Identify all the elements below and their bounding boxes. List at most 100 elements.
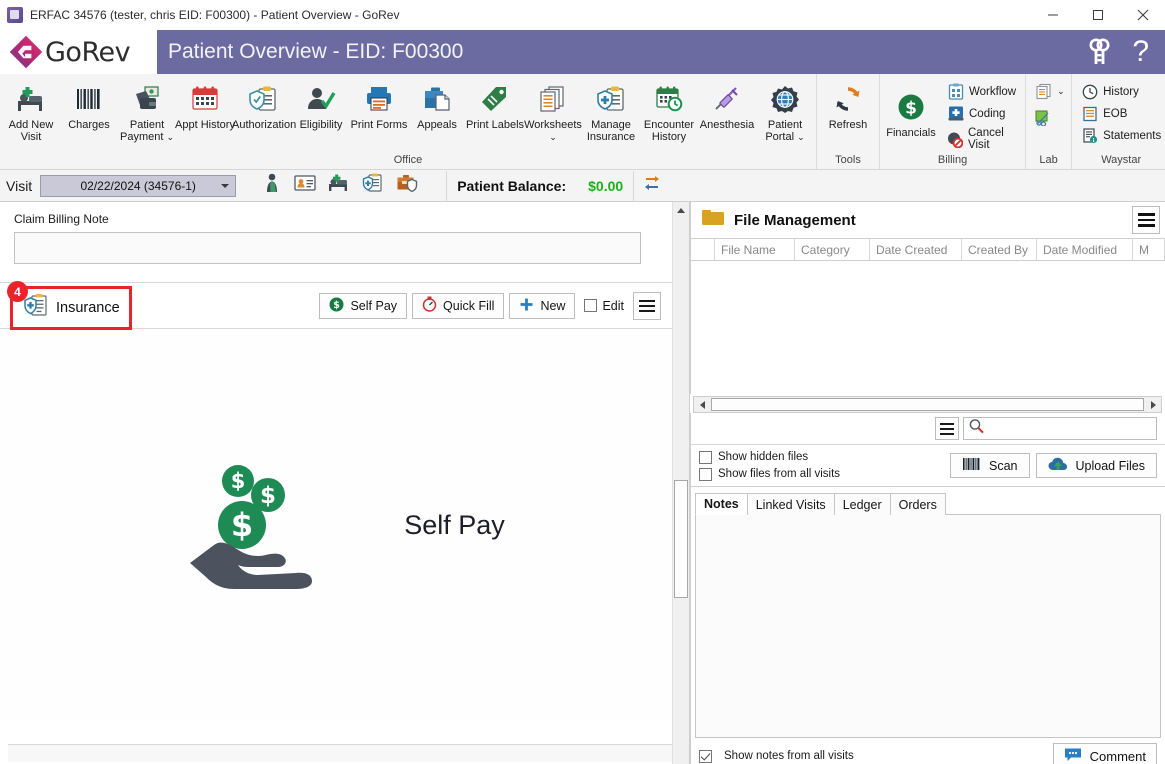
ribbon-worksheets[interactable]: Worksheets ⌄ [524,78,582,143]
ribbon-manage-insurance[interactable]: Manage Insurance [582,78,640,143]
ribbon-patient-payment[interactable]: Patient Payment ⌄ [118,78,176,143]
notes-panel: Notes Linked Visits Ledger Orders [690,487,1165,738]
ribbon-encounter-history[interactable]: Encounter History [640,78,698,143]
hscroll-track[interactable] [710,397,1145,412]
chevron-down-icon [221,183,230,188]
id-card-icon[interactable] [294,174,316,197]
ribbon-print-labels[interactable]: Print Labels [466,78,524,131]
hscroll-right-button[interactable] [1145,397,1161,412]
ribbon-lab-documents[interactable]: ⌄ [1032,82,1068,101]
chevron-down-icon[interactable]: ⌄ [166,132,174,142]
ribbon-cancel-visit[interactable]: Cancel Visit [944,126,1019,152]
keys-icon[interactable] [1086,38,1112,66]
column-file-name[interactable]: File Name [715,239,795,260]
minimize-button[interactable] [1030,0,1075,30]
left-pane-vertical-scrollbar[interactable] [672,202,689,764]
hscroll-left-button[interactable] [694,397,710,412]
ribbon-authorization[interactable]: Authorization [232,78,296,131]
checkbox-box[interactable] [699,749,712,763]
ribbon-coding[interactable]: Coding [944,104,1019,123]
ribbon-anesthesia[interactable]: Anesthesia [698,78,756,131]
ribbon-history[interactable]: History [1078,82,1164,101]
close-button[interactable] [1120,0,1165,30]
ribbon-label: Refresh [828,119,868,131]
ribbon-eligibility[interactable]: Eligibility [292,78,350,131]
ribbon-financials[interactable]: $ Financials [882,78,940,139]
ribbon-appeals[interactable]: Appeals [408,78,466,131]
show-hidden-files-checkbox[interactable]: Show hidden files [699,450,840,464]
briefcase-document-icon [422,82,452,116]
tab-orders[interactable]: Orders [889,493,946,515]
file-management-header: File Management [690,202,1165,239]
tab-linked-visits[interactable]: Linked Visits [746,493,835,515]
notes-tab-content[interactable] [695,514,1161,738]
checkbox-box[interactable] [584,299,598,312]
maximize-button[interactable] [1075,0,1120,30]
visit-select[interactable]: 02/22/2024 (34576-1) [40,174,237,197]
cancel-clock-icon [947,131,963,148]
checkbox-box[interactable] [699,450,712,464]
scroll-up-button[interactable] [673,202,689,219]
ribbon-appt-history[interactable]: Appt History [175,78,235,131]
column-category[interactable]: Category [795,239,870,260]
claim-billing-note-input[interactable] [14,232,641,264]
documents-stack-icon [538,82,568,116]
ribbon-lab-scissors[interactable] [1032,108,1068,127]
show-files-all-visits-checkbox[interactable]: Show files from all visits [699,467,840,481]
file-grid-body[interactable] [691,261,1165,394]
help-icon[interactable]: ? [1132,37,1157,67]
insurance-menu-button[interactable] [633,291,661,320]
ribbon-label: Encounter History [643,119,695,143]
new-button[interactable]: New [509,292,576,319]
swap-arrows-icon[interactable] [642,173,662,198]
hscroll-thumb[interactable] [711,398,1144,411]
column-created-by[interactable]: Created By [962,239,1037,260]
ribbon-label: Worksheets ⌄ [522,119,584,143]
file-grid-horizontal-scrollbar[interactable] [693,396,1162,413]
refresh-circular-arrows-icon [833,82,863,116]
self-pay-button[interactable]: $ Self Pay [319,292,408,319]
column-date-created[interactable]: Date Created [870,239,962,260]
insurance-tab-highlight[interactable]: 4 Insurance [7,281,132,330]
insurance-actions: $ Self Pay Quick Fill New Edit [319,291,661,320]
column-date-modified[interactable]: Date Modified [1037,239,1133,260]
quick-fill-button[interactable]: Quick Fill [412,292,505,319]
edit-checkbox[interactable]: Edit [580,299,628,313]
tab-notes[interactable]: Notes [695,493,748,515]
comment-button[interactable]: Comment [1052,743,1157,764]
checkbox-box[interactable] [699,467,712,481]
file-management-menu-button[interactable] [1132,206,1160,234]
hamburger-menu-icon [940,427,954,430]
bed-plus-icon[interactable] [328,174,350,197]
app-icon [7,6,23,23]
file-search-input[interactable] [963,417,1157,440]
chevron-down-icon[interactable]: ⌄ [1057,86,1065,97]
visit-quick-icons [264,173,418,198]
ribbon-print-forms[interactable]: Print Forms [350,78,408,131]
visit-label: Visit [6,177,33,194]
ribbon-eob[interactable]: EOB [1078,104,1164,123]
patient-person-icon[interactable] [264,173,282,198]
ribbon-workflow[interactable]: Workflow [944,82,1019,101]
ribbon-patient-portal[interactable]: Patient Portal ⌄ [756,78,814,143]
ribbon-group-label: Waystar [1101,154,1142,166]
chevron-down-icon[interactable]: ⌄ [549,132,557,142]
tab-ledger[interactable]: Ledger [833,493,891,515]
chevron-down-icon[interactable]: ⌄ [797,132,805,142]
ribbon-charges[interactable]: Charges [60,78,118,131]
upload-files-button[interactable]: Upload Files [1035,453,1157,478]
ribbon-statements[interactable]: Statements [1078,126,1164,145]
scan-button[interactable]: Scan [950,453,1030,478]
notes-tabs: Notes Linked Visits Ledger Orders [695,493,1161,515]
briefcase-shield-icon[interactable] [396,173,418,198]
hospital-bed-plus-icon [16,82,46,116]
file-grid-menu-button[interactable] [935,417,959,440]
shield-clipboard-icon[interactable] [362,173,384,198]
barcode-icon [74,82,104,116]
show-notes-all-visits-checkbox[interactable]: Show notes from all visits [699,749,854,763]
scrollbar-thumb[interactable] [674,480,688,598]
triangle-right-icon [1150,400,1156,409]
ribbon-add-new-visit[interactable]: Add New Visit [2,78,60,143]
column-modified-by[interactable]: M [1133,239,1165,260]
ribbon-refresh[interactable]: Refresh [819,78,877,131]
